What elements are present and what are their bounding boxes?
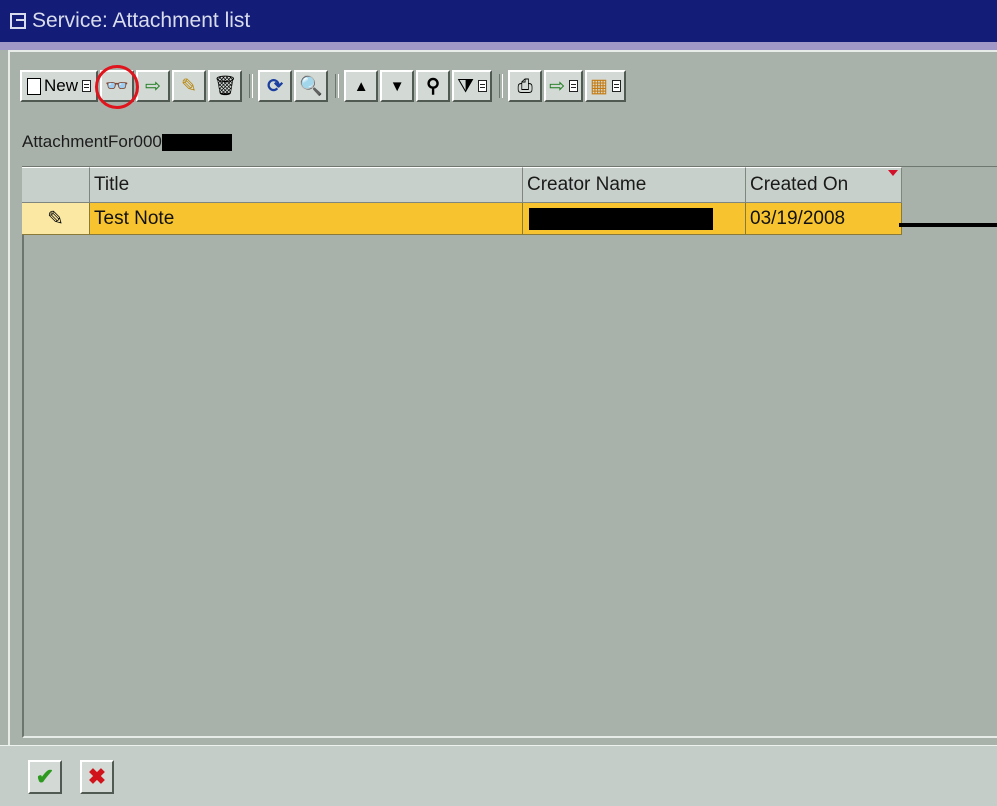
redacted-block [161,133,232,151]
layout-button[interactable]: ▦ [585,70,626,102]
details-button[interactable]: 🔍 [294,70,329,102]
refresh-icon: ⟳ [267,75,284,97]
window-titlebar: Service: Attachment list [0,0,997,42]
window-title: Service: Attachment list [32,9,251,32]
cell-creator-name[interactable] [523,203,746,235]
main-panel: New 👓 ⇨ ✎ 🗑 ⟳ 🔍 ▲ ▼ ⚲ ⧩ ⎙ ⇨ ▦ Attachment… [8,50,997,745]
dropdown-menu-icon [569,80,579,92]
redaction-line [899,223,997,227]
sort-ascending-button[interactable]: ▲ [344,70,379,102]
dropdown-menu-icon [478,80,488,92]
sort-descending-button[interactable]: ▼ [380,70,415,102]
confirm-button[interactable]: ✔ [28,760,62,794]
table-row[interactable]: ✎ Test Note 03/19/2008 [22,203,902,235]
filter-button[interactable]: ⧩ [452,70,493,102]
table-header: Title Creator Name Created On [22,167,902,203]
column-header-title-label: Title [94,174,130,195]
column-header-created-on-label: Created On [750,174,849,195]
checkmark-icon: ✔ [35,764,55,789]
window-menu-icon[interactable] [10,13,26,29]
cancel-x-icon: ✖ [87,764,107,789]
export-icon: ⇨ [145,75,161,97]
display-glasses-icon: 👓 [105,75,129,97]
display-button[interactable]: 👓 [95,65,140,109]
note-pencil-icon: ✎ [47,208,64,230]
export-button[interactable]: ⇨ [136,70,171,102]
column-header-creator-name-label: Creator Name [527,174,647,195]
attachment-for-text: AttachmentFor000 [22,132,162,151]
new-button-label: New [44,76,79,95]
attachment-for-label: AttachmentFor000 [22,132,232,152]
layout-grid-icon: ▦ [590,75,608,97]
column-header-creator-name[interactable]: Creator Name [523,167,746,203]
export-menu-button[interactable]: ⇨ [544,70,584,102]
delete-button[interactable]: 🗑 [208,70,243,102]
row-selector[interactable]: ✎ [22,203,90,235]
sort-descending-icon: ▼ [389,77,405,95]
cell-created-on-text: 03/19/2008 [750,207,846,229]
toolbar-separator [499,74,504,98]
find-binoculars-icon: ⚲ [426,75,441,97]
new-button[interactable]: New [20,70,99,102]
edit-pencil-icon: ✎ [181,75,197,97]
print-icon: ⎙ [517,75,533,97]
print-button[interactable]: ⎙ [508,70,543,102]
row-selector-header[interactable] [22,167,90,203]
find-button[interactable]: ⚲ [416,70,451,102]
redacted-creator-name [529,207,713,230]
dialog-footer: ✔ ✖ [0,745,997,806]
cell-title-text: Test Note [94,207,175,229]
table-frame [22,167,997,738]
toolbar-separator [249,74,254,98]
cell-title[interactable]: Test Note [90,203,523,235]
column-header-title[interactable]: Title [90,167,523,203]
filter-icon: ⧩ [457,75,475,97]
sort-ascending-icon: ▲ [353,77,369,95]
edit-button[interactable]: ✎ [172,70,207,102]
new-document-icon [27,77,41,95]
export-menu-icon: ⇨ [549,75,566,97]
column-header-created-on[interactable]: Created On [746,167,902,203]
cell-created-on[interactable]: 03/19/2008 [746,203,902,235]
refresh-button[interactable]: ⟳ [258,70,293,102]
attachment-table: Title Creator Name Created On ✎ Test Not… [22,166,997,738]
title-stripe [0,42,997,50]
sort-indicator-icon [888,170,898,176]
dropdown-menu-icon [611,80,621,92]
dropdown-menu-icon [82,80,92,92]
application-toolbar: New 👓 ⇨ ✎ 🗑 ⟳ 🔍 ▲ ▼ ⚲ ⧩ ⎙ ⇨ ▦ [20,65,628,109]
toolbar-separator [335,74,340,98]
cancel-button[interactable]: ✖ [80,760,114,794]
zoom-details-icon: 🔍 [299,75,323,97]
delete-trash-icon: 🗑 [213,75,238,97]
